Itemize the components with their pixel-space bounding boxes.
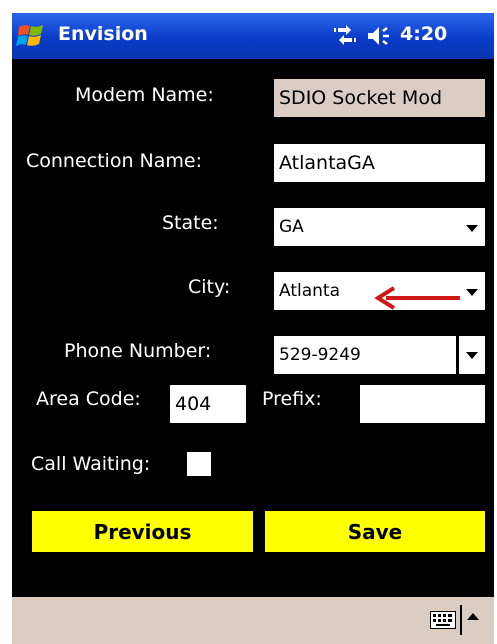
device-screen: Envision 4:20 Modem Name: SDIO Socket Mo… bbox=[0, 0, 497, 644]
menu-separator bbox=[460, 605, 462, 635]
phone-number-label: Phone Number: bbox=[64, 340, 212, 362]
phone-number-input[interactable]: 529-9249 bbox=[274, 336, 456, 374]
chevron-down-icon bbox=[466, 289, 478, 296]
chevron-down-icon bbox=[466, 352, 478, 359]
connection-name-label: Connection Name: bbox=[26, 150, 203, 172]
area-code-input[interactable]: 404 bbox=[170, 385, 246, 423]
call-waiting-label: Call Waiting: bbox=[31, 453, 151, 475]
modem-name-field: SDIO Socket Mod bbox=[274, 79, 485, 117]
phone-dropdown-button[interactable] bbox=[459, 336, 485, 374]
phone-number-value: 529-9249 bbox=[279, 345, 361, 365]
connection-name-input[interactable]: AtlantaGA bbox=[274, 144, 485, 182]
prefix-label: Prefix: bbox=[262, 388, 322, 410]
sync-icon[interactable] bbox=[332, 24, 358, 48]
phone-number-combo[interactable]: 529-9249 bbox=[274, 336, 485, 374]
previous-button[interactable]: Previous bbox=[32, 511, 253, 552]
keyboard-icon[interactable] bbox=[430, 611, 456, 629]
arrow-up-icon[interactable] bbox=[467, 613, 479, 620]
clock-time[interactable]: 4:20 bbox=[400, 23, 447, 45]
save-button[interactable]: Save bbox=[265, 511, 485, 552]
state-dropdown[interactable]: GA bbox=[274, 208, 485, 246]
modem-name-label: Modem Name: bbox=[75, 84, 214, 106]
speaker-icon[interactable] bbox=[366, 24, 394, 48]
state-label: State: bbox=[162, 212, 219, 234]
city-value: Atlanta bbox=[279, 281, 340, 301]
city-label: City: bbox=[188, 276, 231, 298]
chevron-down-icon bbox=[466, 225, 478, 232]
form-panel: Modem Name: SDIO Socket Mod Connection N… bbox=[12, 59, 494, 597]
title-bar: Envision 4:20 bbox=[12, 13, 494, 59]
state-value: GA bbox=[279, 217, 304, 237]
call-waiting-checkbox[interactable] bbox=[187, 452, 211, 476]
windows-start-icon[interactable] bbox=[16, 20, 48, 52]
menu-bar bbox=[12, 597, 494, 644]
annotation-arrow-icon bbox=[374, 286, 460, 310]
area-code-label: Area Code: bbox=[36, 388, 141, 410]
prefix-input[interactable] bbox=[357, 385, 485, 423]
app-title: Envision bbox=[58, 23, 148, 45]
